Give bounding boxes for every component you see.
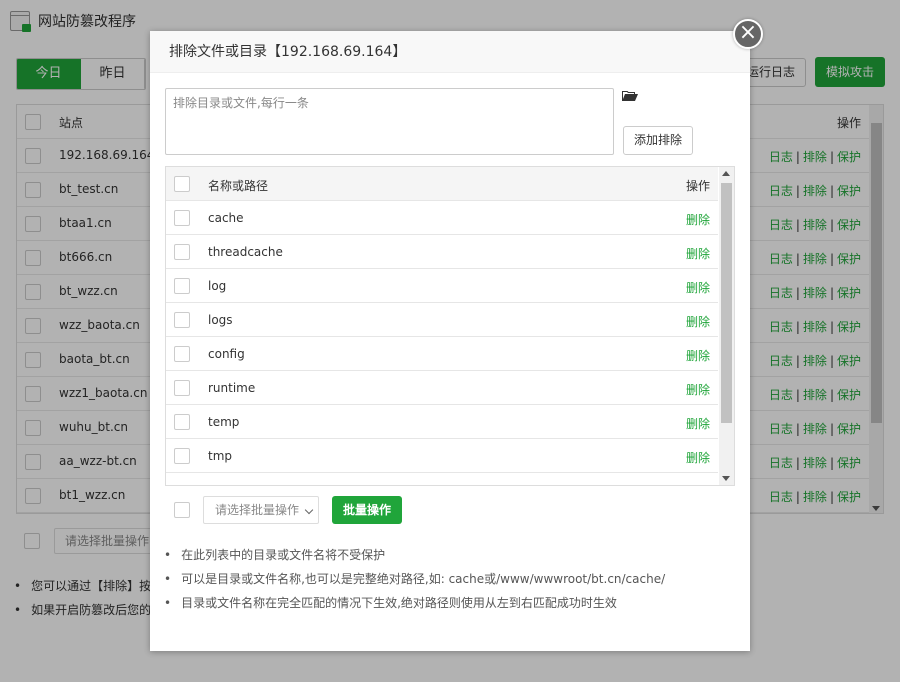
table-row: cache 删除 [166, 201, 718, 235]
delete-link[interactable]: 删除 [686, 279, 710, 296]
exclude-table: 名称或路径 操作 cache 删除 threadcache 删除 log 删除 logs 删除… [165, 166, 735, 486]
dialog-title: 排除文件或目录【192.168.69.164】 [150, 31, 750, 73]
delete-link[interactable]: 删除 [686, 415, 710, 432]
row-checkbox[interactable] [174, 346, 190, 362]
row-checkbox[interactable] [174, 278, 190, 294]
folder-open-icon[interactable] [622, 90, 638, 102]
scroll-up-arrow-icon[interactable] [722, 171, 730, 176]
exclude-scroll-thumb[interactable] [721, 183, 732, 423]
batch-operation-button[interactable]: 批量操作 [332, 496, 402, 524]
batch-select-checkbox[interactable] [174, 502, 190, 518]
exclude-path: temp [208, 415, 240, 429]
select-all-exclude-checkbox[interactable] [174, 176, 190, 192]
note-item: 在此列表中的目录或文件名将不受保护 [164, 547, 665, 571]
table-row: config 删除 [166, 337, 718, 371]
delete-link[interactable]: 删除 [686, 347, 710, 364]
row-checkbox[interactable] [174, 380, 190, 396]
table-row: log 删除 [166, 269, 718, 303]
note-item: 目录或文件名称在完全匹配的情况下生效,绝对路径则使用从左到右匹配成功时生效 [164, 595, 665, 619]
exclude-dialog: 排除文件或目录【192.168.69.164】 添加排除 名称或路径 操作 ca… [150, 31, 750, 651]
exclude-path: cache [208, 211, 244, 225]
column-action: 操作 [685, 179, 710, 193]
exclude-path: config [208, 347, 245, 361]
note-item: 可以是目录或文件名称,也可以是完整绝对路径,如: cache或/www/wwwr… [164, 571, 665, 595]
chevron-down-icon [304, 505, 314, 515]
delete-link[interactable]: 删除 [686, 449, 710, 466]
row-checkbox[interactable] [174, 210, 190, 226]
exclude-path-input[interactable] [165, 88, 614, 155]
scroll-down-arrow-icon[interactable] [722, 476, 730, 481]
exclude-path: runtime [208, 381, 256, 395]
delete-link[interactable]: 删除 [686, 381, 710, 398]
table-row: tmp 删除 [166, 439, 718, 473]
row-checkbox[interactable] [174, 448, 190, 464]
table-row: threadcache 删除 [166, 235, 718, 269]
table-row: temp 删除 [166, 405, 718, 439]
row-checkbox[interactable] [174, 312, 190, 328]
table-row: runtime 删除 [166, 371, 718, 405]
table-row: logs 删除 [166, 303, 718, 337]
delete-link[interactable]: 删除 [686, 211, 710, 228]
row-checkbox[interactable] [174, 414, 190, 430]
batch-operation-select[interactable]: 请选择批量操作 [203, 496, 319, 524]
add-exclude-button[interactable]: 添加排除 [623, 126, 693, 155]
exclude-table-header: 名称或路径 操作 [166, 167, 718, 201]
row-checkbox[interactable] [174, 244, 190, 260]
delete-link[interactable]: 删除 [686, 245, 710, 262]
exclude-path: tmp [208, 449, 233, 463]
exclude-path: logs [208, 313, 233, 327]
exclude-path: threadcache [208, 245, 283, 259]
dialog-notes: 在此列表中的目录或文件名将不受保护 可以是目录或文件名称,也可以是完整绝对路径,… [164, 547, 665, 619]
batch-select-label: 请选择批量操作 [215, 503, 300, 517]
column-name-path: 名称或路径 [208, 179, 269, 193]
exclude-path: log [208, 279, 227, 293]
close-dialog-button[interactable]: × [733, 19, 763, 49]
delete-link[interactable]: 删除 [686, 313, 710, 330]
exclude-table-scrollbar[interactable] [719, 167, 734, 485]
